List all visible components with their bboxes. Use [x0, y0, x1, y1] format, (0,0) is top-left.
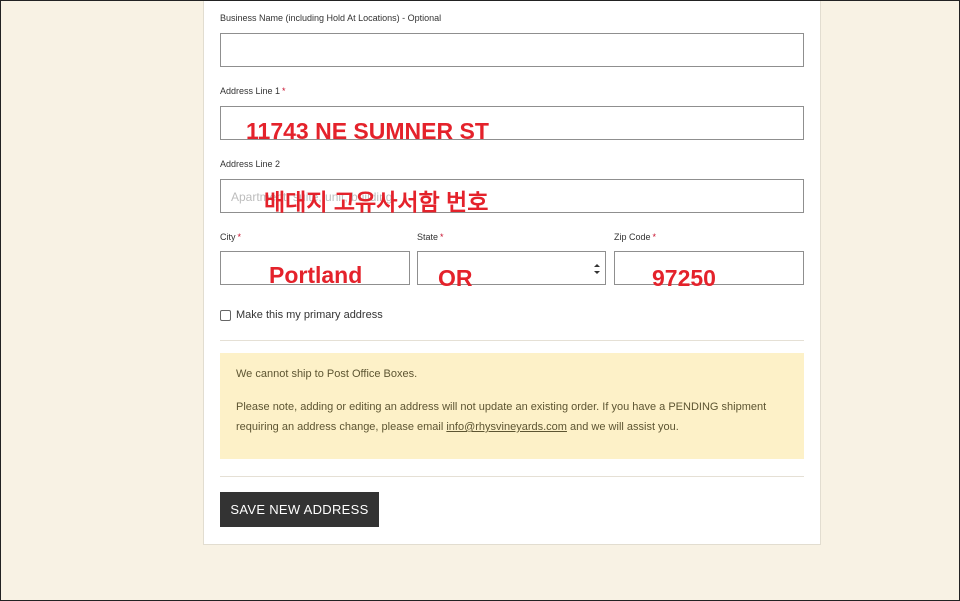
notice-line-3-prefix: requiring an address change, please emai…: [236, 421, 447, 433]
state-label-text: State: [417, 232, 439, 242]
city-annotation: Portland: [269, 262, 363, 288]
business-name-label: Business Name (including Hold At Locatio…: [220, 13, 441, 23]
notice-line-3: requiring an address change, please emai…: [236, 421, 679, 433]
primary-address-checkbox[interactable]: [220, 310, 231, 321]
business-name-label-text: Business Name (including Hold At Locatio…: [220, 13, 442, 23]
notice-line-1: We cannot ship to Post Office Boxes.: [236, 368, 418, 380]
divider: [220, 476, 804, 477]
required-mark: *: [652, 232, 657, 242]
shipping-notice: We cannot ship to Post Office Boxes. Ple…: [220, 353, 804, 459]
required-mark: *: [237, 232, 242, 242]
zip-label-text: Zip Code: [614, 232, 651, 242]
city-label-text: City: [220, 232, 236, 242]
divider: [220, 340, 804, 341]
primary-address-label: Make this my primary address: [236, 309, 383, 321]
state-annotation: OR: [438, 265, 473, 291]
zip-label: Zip Code *: [614, 232, 656, 242]
address-line1-annotation: 11743 NE SUMNER ST: [246, 118, 489, 144]
zip-annotation: 97250: [652, 265, 716, 291]
address-line2-annotation: 배대지 고유사서함 번호: [264, 189, 489, 215]
state-label: State *: [417, 232, 444, 242]
business-name-input[interactable]: [220, 33, 804, 67]
address-line1-label: Address Line 1 *: [220, 86, 286, 96]
city-label: City *: [220, 232, 241, 242]
address-line2-label: Address Line 2: [220, 159, 280, 169]
notice-line-2: Please note, adding or editing an addres…: [236, 401, 767, 413]
save-new-address-button[interactable]: SAVE NEW ADDRESS: [220, 492, 379, 527]
updown-chevron-icon: [594, 264, 600, 274]
support-email-link[interactable]: info@rhysvineyards.com: [446, 421, 567, 433]
address-line2-label-text: Address Line 2: [220, 159, 281, 169]
address-line1-label-text: Address Line 1: [220, 86, 281, 96]
required-mark: *: [440, 232, 444, 242]
notice-line-3-suffix: and we will assist you.: [566, 421, 679, 433]
required-mark: *: [282, 86, 286, 96]
